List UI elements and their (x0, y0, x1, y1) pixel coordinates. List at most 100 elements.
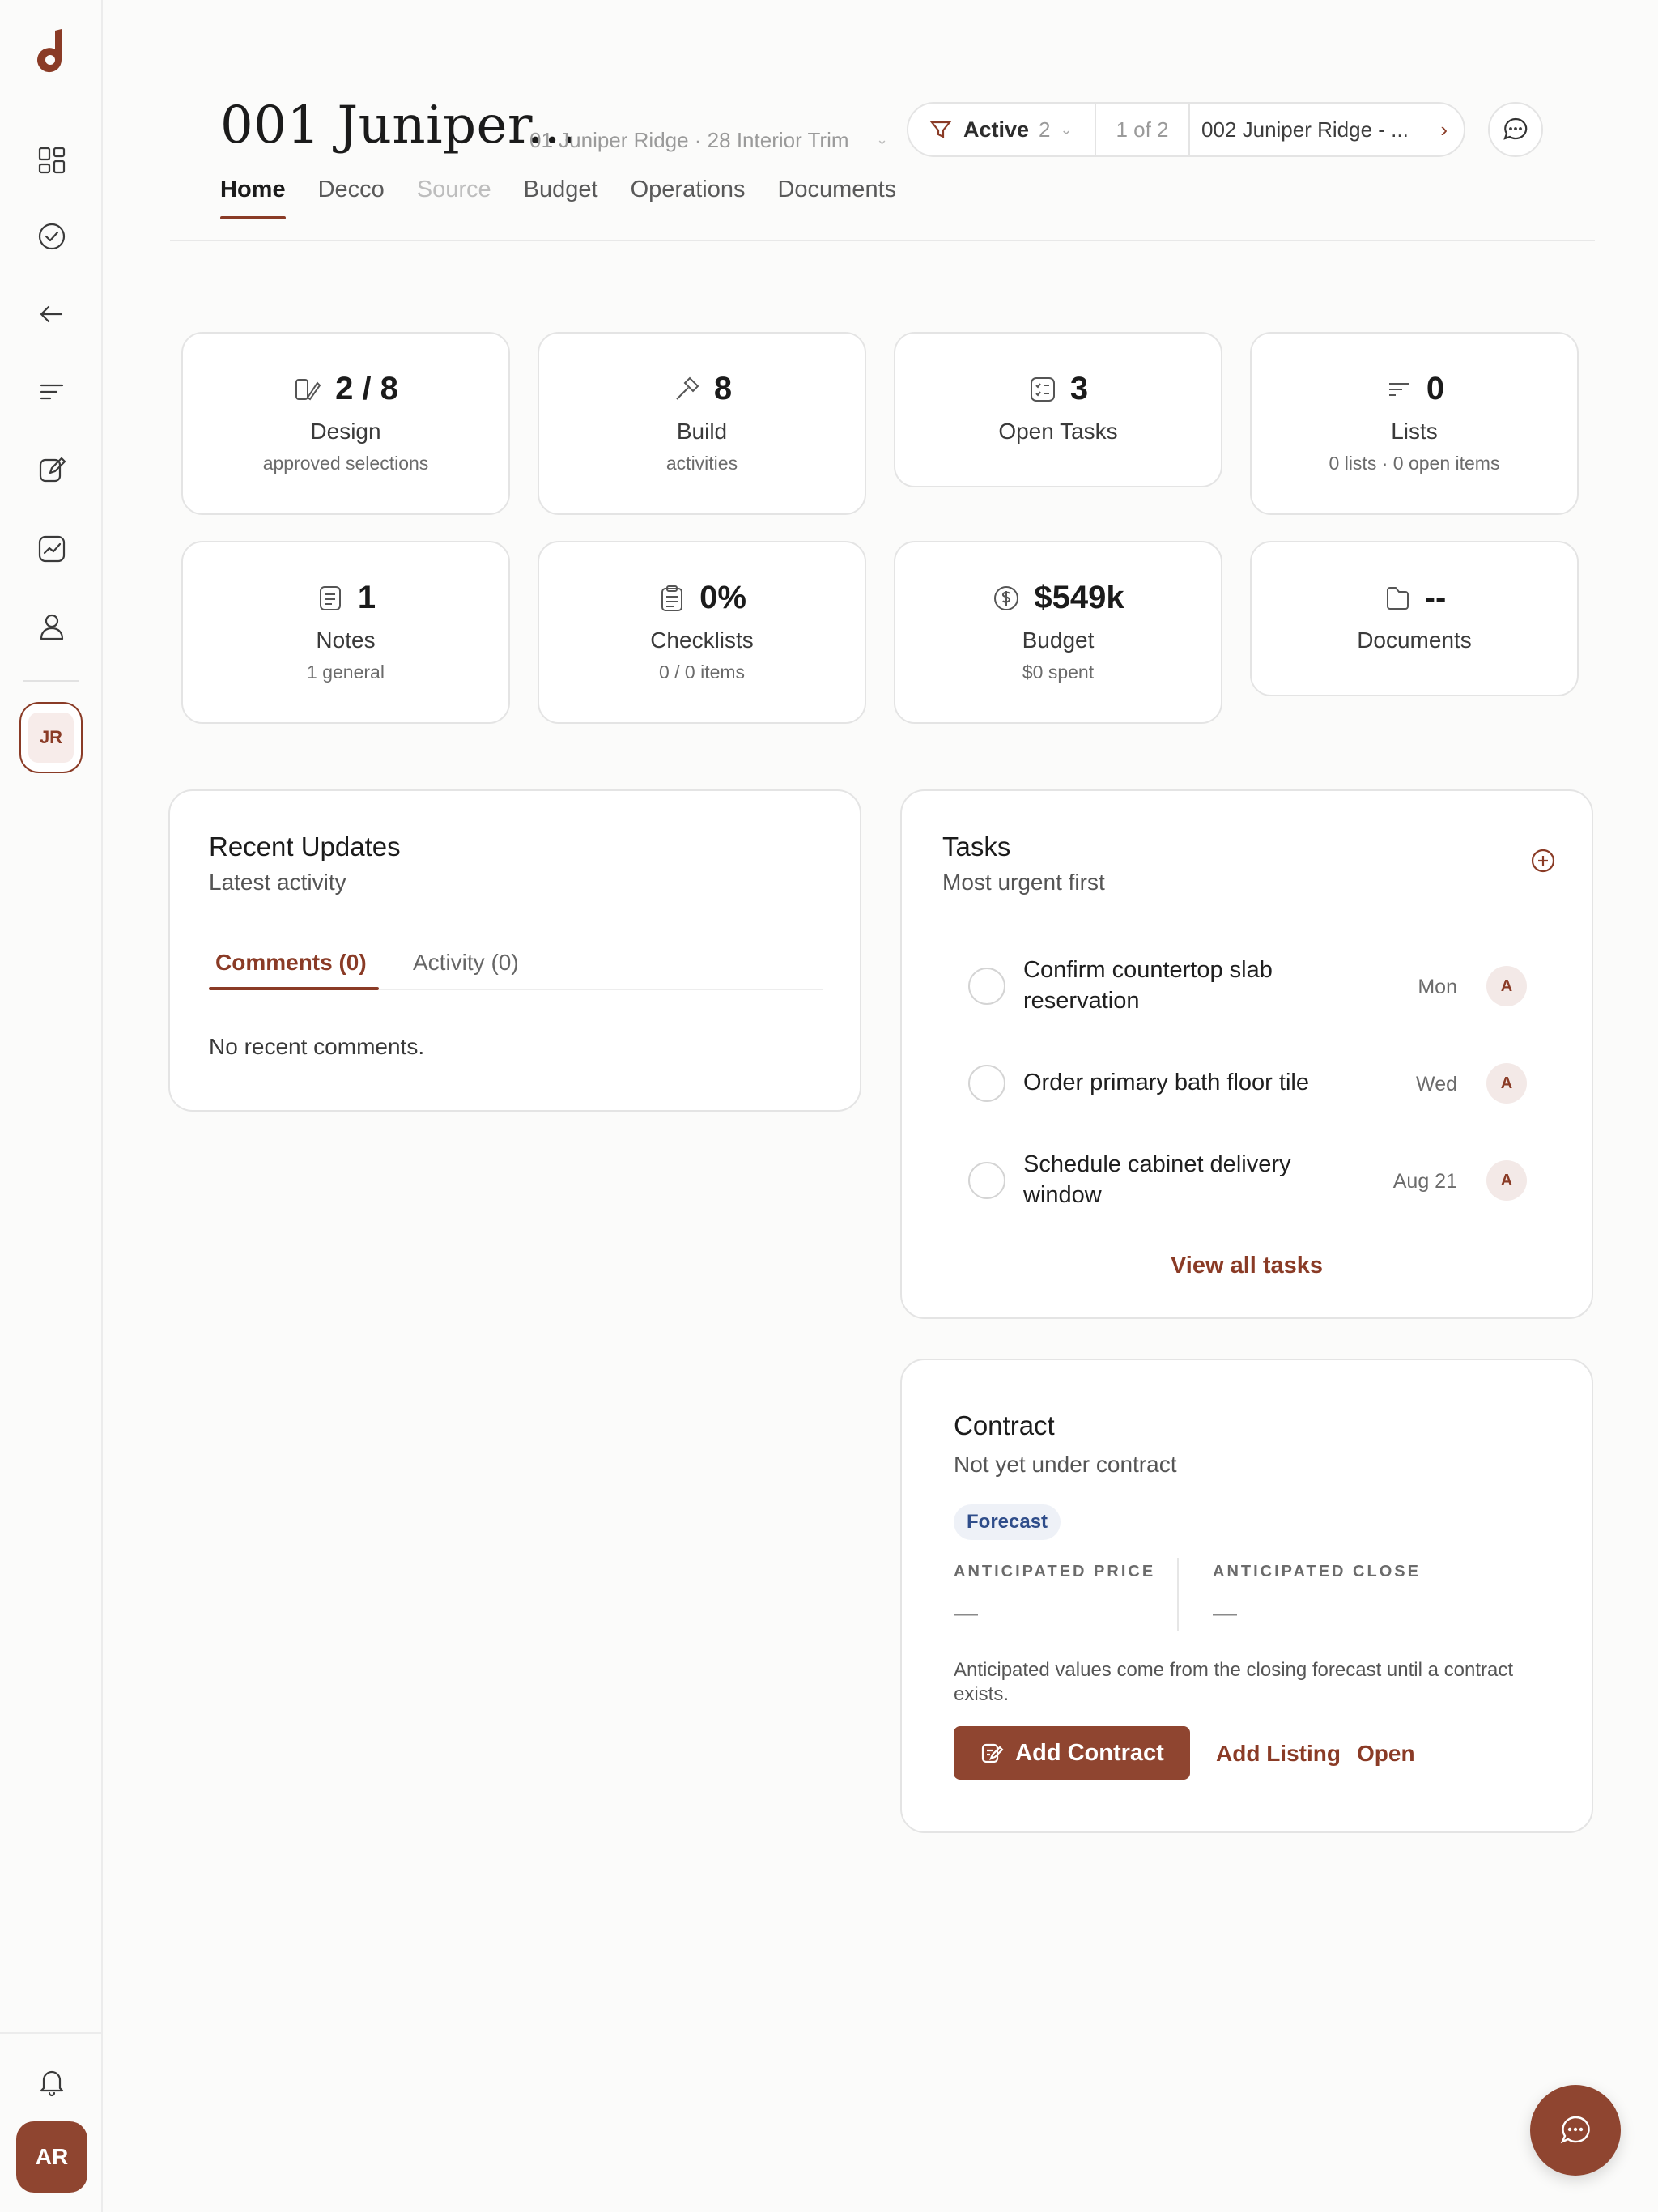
chat-bubble-icon (1560, 2116, 1590, 2144)
chart-icon[interactable] (31, 528, 73, 570)
task-assignee-avatar[interactable]: A (1486, 1160, 1527, 1201)
task-row[interactable]: Schedule cabinet delivery window Aug 21 … (902, 1147, 1592, 1212)
stat-name: Notes (316, 627, 376, 653)
stat-card-documents[interactable]: -- Documents (1250, 541, 1579, 696)
arrow-left-icon[interactable] (31, 293, 73, 335)
stat-card-notes[interactable]: 1 Notes 1 general (181, 541, 510, 724)
project-subtitle[interactable]: 01 Juniper Ridge · 28 Interior Trim (529, 128, 849, 153)
task-list-icon (1030, 376, 1055, 402)
stat-name: Budget (1022, 627, 1095, 653)
project-navigator: Active 2 ⌄ 1 of 2 002 Juniper Ridge - ..… (907, 102, 1465, 157)
forecast-badge: Forecast (954, 1504, 1061, 1540)
stat-desc: 1 general (307, 661, 385, 683)
stat-name: Checklists (650, 627, 754, 653)
stat-name: Design (310, 419, 381, 444)
status-label: Active (963, 117, 1030, 142)
stat-card-design[interactable]: 2 / 8 Design approved selections (181, 332, 510, 515)
app-logo[interactable] (32, 28, 70, 73)
panel-subtitle: Not yet under contract (954, 1452, 1177, 1477)
dashboard-icon[interactable] (31, 139, 73, 181)
stat-desc: $0 spent (1022, 661, 1095, 683)
stat-value: 8 (713, 371, 733, 406)
stat-value: -- (1424, 580, 1447, 615)
stat-value: 2 / 8 (335, 371, 398, 406)
tab-source[interactable]: Source (417, 177, 491, 219)
tab-activity[interactable]: Activity (0) (413, 950, 519, 976)
chevron-down-icon[interactable]: ⌄ (876, 131, 888, 148)
stat-card-build[interactable]: 8 Build activities (538, 332, 866, 515)
task-title: Schedule cabinet delivery window (1023, 1151, 1291, 1208)
active-tab-indicator (209, 987, 379, 990)
sidebar-divider (23, 680, 79, 682)
stat-card-lists[interactable]: 0 Lists 0 lists · 0 open items (1250, 332, 1579, 515)
bell-icon[interactable] (31, 2061, 73, 2103)
edit-icon[interactable] (31, 449, 73, 491)
tasks-panel: Tasks Most urgent first Confirm countert… (900, 789, 1593, 1319)
anticipated-price-value: — (954, 1600, 978, 1627)
tab-decco[interactable]: Decco (318, 177, 385, 219)
anticipated-close-value: — (1213, 1600, 1237, 1627)
chat-fab-button[interactable] (1530, 2085, 1621, 2176)
tab-operations[interactable]: Operations (631, 177, 746, 219)
stat-desc: 0 / 0 items (658, 661, 746, 683)
task-row[interactable]: Confirm countertop slab reservation Mon … (902, 953, 1592, 1018)
page-title: 001 Juniper... (220, 96, 578, 155)
next-project-label: 002 Juniper Ridge - ... (1201, 117, 1409, 142)
add-task-button[interactable] (1530, 848, 1556, 874)
stat-card-checklists[interactable]: 0% Checklists 0 / 0 items (538, 541, 866, 724)
stat-name: Lists (1391, 419, 1438, 444)
panel-title: Recent Updates (209, 832, 401, 861)
stat-card-budget[interactable]: $549k Budget $0 spent (894, 541, 1222, 724)
status-filter-button[interactable]: Active 2 ⌄ (908, 104, 1096, 155)
next-project-button[interactable]: 002 Juniper Ridge - ... › (1190, 117, 1464, 143)
tab-budget[interactable]: Budget (524, 177, 598, 219)
project-position: 1 of 2 (1096, 104, 1190, 155)
list-icon (1388, 382, 1409, 396)
view-all-tasks-link[interactable]: View all tasks (902, 1253, 1592, 1279)
recent-updates-panel: Recent Updates Latest activity Comments … (168, 789, 861, 1112)
contract-panel: Contract Not yet under contract Forecast… (900, 1359, 1593, 1833)
project-badge[interactable]: JR (19, 702, 83, 773)
task-row[interactable]: Order primary bath floor tile Wed A (902, 1050, 1592, 1115)
stat-name: Documents (1357, 627, 1472, 653)
design-icon (295, 378, 321, 400)
add-listing-button[interactable]: Add Listing (1216, 1741, 1341, 1767)
task-assignee-avatar[interactable]: A (1486, 966, 1527, 1006)
task-assignee-avatar[interactable]: A (1486, 1063, 1527, 1104)
check-circle-icon[interactable] (31, 215, 73, 257)
tab-documents[interactable]: Documents (777, 177, 896, 219)
task-due: Wed (1416, 1073, 1457, 1095)
anticipated-close-label: ANTICIPATED CLOSE (1213, 1563, 1421, 1580)
hammer-icon (676, 376, 699, 400)
task-title: Confirm countertop slab reservation (1023, 957, 1273, 1014)
document-edit-icon (982, 1743, 1004, 1763)
tab-divider (379, 989, 823, 990)
tab-home[interactable]: Home (220, 177, 286, 219)
user-avatar[interactable]: AR (16, 2121, 87, 2193)
stat-desc: activities (665, 453, 738, 474)
open-contract-button[interactable]: Open (1357, 1741, 1415, 1767)
stat-card-open-tasks[interactable]: 3 Open Tasks (894, 332, 1222, 487)
stat-value: 0% (699, 580, 746, 615)
task-due: Aug 21 (1392, 1170, 1457, 1193)
header-divider (170, 240, 1595, 241)
status-count: 2 (1039, 117, 1051, 142)
panel-title: Contract (954, 1410, 1055, 1440)
user-icon[interactable] (31, 606, 73, 648)
stat-value: 0 (1426, 371, 1445, 406)
clipboard-icon (661, 585, 683, 611)
sidebar: JR AR (0, 0, 103, 2212)
task-checkbox[interactable] (968, 1162, 1005, 1199)
task-checkbox[interactable] (968, 1065, 1005, 1102)
sidebar-footer-divider (0, 2032, 103, 2034)
filter-icon (929, 121, 952, 138)
panel-title: Tasks (942, 832, 1011, 861)
tab-comments[interactable]: Comments (0) (215, 950, 367, 976)
stat-value: 3 (1069, 371, 1089, 406)
filter-lines-icon[interactable] (31, 371, 73, 413)
task-checkbox[interactable] (968, 968, 1005, 1005)
comments-button[interactable] (1488, 102, 1543, 157)
add-contract-button[interactable]: Add Contract (954, 1726, 1190, 1780)
kv-divider (1177, 1558, 1179, 1631)
folder-icon (1386, 586, 1409, 610)
